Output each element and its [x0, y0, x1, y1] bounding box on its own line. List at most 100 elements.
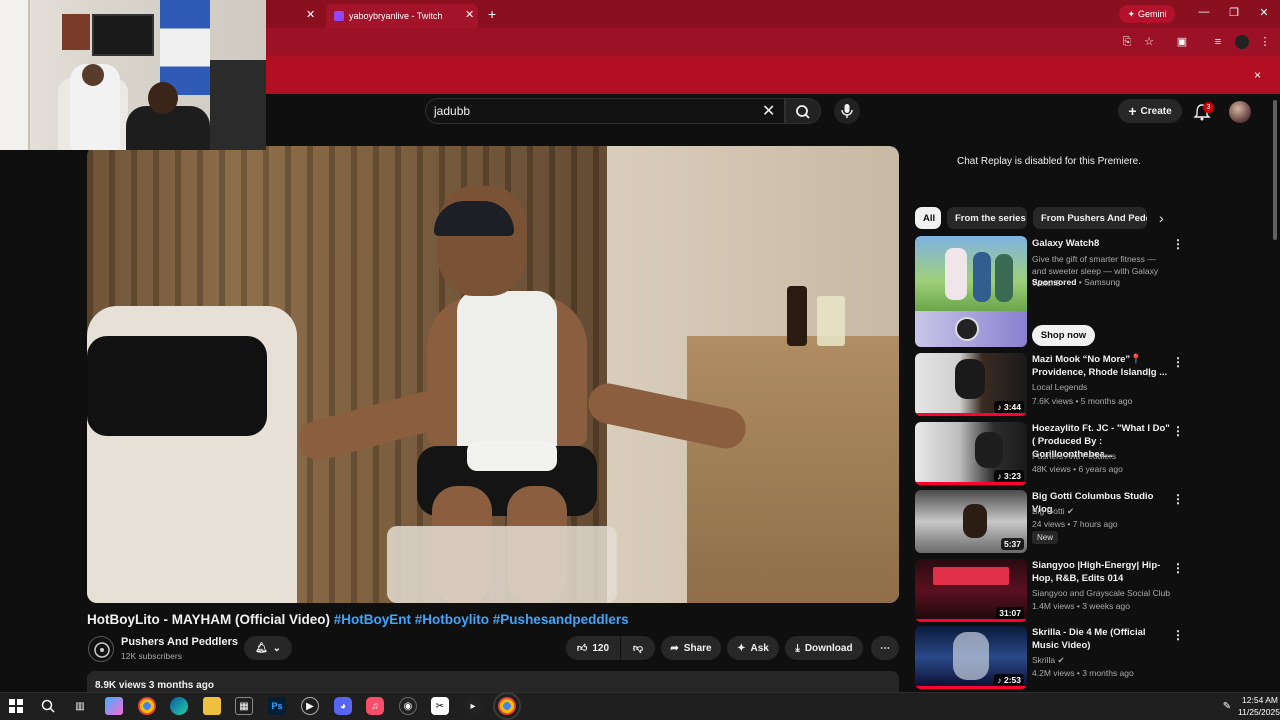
like-count: 120 [592, 642, 610, 654]
taskbar-search-icon[interactable] [39, 697, 57, 715]
chrome-icon[interactable] [138, 697, 156, 715]
ad-thumbnail[interactable] [915, 236, 1027, 311]
thumbs-up-icon: 👍︎ [576, 643, 588, 654]
video-thumbnail[interactable]: ♪ 3:23 [915, 422, 1027, 485]
taskbar-time[interactable]: 12:54 AM [1240, 695, 1280, 705]
duration-badge: ♪ 3:23 [994, 470, 1024, 482]
media-player-icon[interactable]: ▶ [301, 697, 319, 715]
video-channel[interactable]: Skrilla ✔ [1032, 655, 1065, 666]
duration-badge: ♪ 3:44 [994, 401, 1024, 413]
app-icon[interactable]: ▸ [464, 697, 482, 715]
bookmark-star-icon[interactable]: ☆ [1142, 35, 1156, 49]
channel-name[interactable]: Pushers And Peddlers [121, 636, 238, 648]
video-channel[interactable]: Local Legends [1032, 382, 1087, 392]
video-channel[interactable]: Pushers And Peddlers [1032, 451, 1116, 461]
dislike-button[interactable]: 👎︎ [621, 636, 655, 660]
profile-icon[interactable] [1235, 35, 1249, 49]
chrome-active-icon[interactable] [493, 692, 521, 720]
gemini-button[interactable]: ✦ Gemini [1119, 5, 1175, 23]
chip-all[interactable]: All [915, 207, 941, 229]
gemini-label: Gemini [1138, 9, 1167, 19]
hashtag-link[interactable]: #Pushesandpeddlers [493, 612, 629, 627]
browser-tab[interactable] [266, 4, 326, 28]
video-thumbnail[interactable]: 31:07 [915, 559, 1027, 622]
music-icon[interactable]: ♫ [366, 697, 384, 715]
ask-button[interactable]: ✦ Ask [727, 636, 779, 660]
ad-menu-icon[interactable]: ⋮ [1172, 237, 1184, 251]
new-tab-button[interactable]: + [488, 6, 496, 22]
clear-search-icon[interactable]: ✕ [762, 101, 775, 121]
obs-icon[interactable]: ◉ [399, 697, 417, 715]
windows-start-icon[interactable] [7, 697, 25, 715]
restore-icon[interactable]: ❐ [1226, 6, 1242, 19]
scrollbar-thumb[interactable] [1273, 100, 1277, 240]
ask-label: Ask [750, 642, 769, 654]
video-title-link[interactable]: Mazi Mook “No More”📍 Providence, Rhode I… [1032, 353, 1170, 379]
channel-avatar[interactable] [88, 636, 114, 662]
task-view-icon[interactable]: ▥ [71, 697, 89, 715]
thumbs-down-icon: 👎︎ [632, 643, 644, 654]
video-channel[interactable]: Big Gotti ✔ [1032, 506, 1074, 517]
video-menu-icon[interactable]: ⋮ [1172, 424, 1184, 438]
media-control-icon[interactable]: ≡ [1211, 35, 1225, 49]
search-button[interactable] [785, 98, 821, 124]
sponsored-label: Sponsored [1032, 277, 1077, 287]
taskbar-date[interactable]: 11/25/2025 [1238, 707, 1280, 717]
ad-banner-image[interactable] [915, 311, 1027, 347]
ad-title[interactable]: Galaxy Watch8 [1032, 237, 1170, 250]
pen-icon[interactable]: ✎ [1218, 697, 1236, 715]
voice-search-button[interactable] [834, 98, 860, 124]
video-title-text: HotBoyLito - MAYHAM (Official Video) [87, 612, 330, 627]
create-button[interactable]: + Create [1118, 99, 1182, 123]
info-bar-close-icon[interactable]: × [1254, 68, 1261, 82]
discord-icon[interactable]: ◕ [334, 697, 352, 715]
chip-from-series[interactable]: From the series [947, 207, 1027, 229]
account-avatar[interactable] [1229, 101, 1251, 123]
shop-now-button[interactable]: Shop now [1032, 325, 1095, 346]
hashtag-link[interactable]: #HotBoyEnt [334, 612, 411, 627]
webcam-overlay [0, 0, 266, 150]
share-button[interactable]: ➦ Share [661, 636, 721, 660]
subscription-bell-button[interactable]: 🔔︎ ⌄ [244, 636, 292, 660]
install-app-icon[interactable]: ⎘ [1120, 35, 1134, 49]
video-menu-icon[interactable]: ⋮ [1172, 628, 1184, 642]
like-button[interactable]: 👍︎ 120 [566, 636, 620, 660]
browser-tab-active[interactable]: yaboybryanlive - Twitch [326, 4, 478, 28]
video-thumbnail[interactable]: ♪ 2:53 [915, 626, 1027, 689]
chip-from-channel[interactable]: From Pushers And Peddlers [1033, 207, 1147, 229]
video-channel[interactable]: Siangyoo and Grayscale Social Club [1032, 588, 1170, 598]
tab-close-icon[interactable]: ✕ [306, 8, 315, 21]
watch-progress-bar [915, 686, 1027, 689]
video-menu-icon[interactable]: ⋮ [1172, 492, 1184, 506]
video-player[interactable] [87, 146, 899, 603]
close-window-icon[interactable]: ✕ [1256, 6, 1272, 19]
extension-icon[interactable]: ▣ [1175, 35, 1189, 49]
video-thumbnail[interactable]: 5:37 [915, 490, 1027, 553]
video-title-link[interactable]: Siangyoo |High-Energy| Hip-Hop, R&B, Edi… [1032, 559, 1170, 585]
capcut-icon[interactable]: ✂ [431, 697, 449, 715]
create-label: Create [1140, 105, 1172, 117]
video-menu-icon[interactable]: ⋮ [1172, 561, 1184, 575]
chevron-right-icon[interactable]: › [1159, 210, 1164, 226]
video-menu-icon[interactable]: ⋮ [1172, 355, 1184, 369]
download-button[interactable]: ⤓ Download [785, 636, 863, 660]
video-meta: 4.2M views • 3 months ago [1032, 668, 1134, 678]
tab-close-icon[interactable]: ✕ [465, 8, 474, 21]
copilot-icon[interactable] [105, 697, 123, 715]
video-title-link[interactable]: Skrilla - Die 4 Me (Official Music Video… [1032, 626, 1170, 652]
video-thumbnail[interactable]: ♪ 3:44 [915, 353, 1027, 416]
more-actions-button[interactable]: ⋯ [871, 636, 899, 660]
video-meta: 24 views • 7 hours ago [1032, 519, 1118, 529]
minimize-icon[interactable]: — [1196, 6, 1212, 18]
search-input[interactable]: jadubb [434, 104, 470, 118]
hashtag-link[interactable]: #Hotboylito [415, 612, 489, 627]
file-explorer-icon[interactable] [203, 697, 221, 715]
search-box[interactable] [425, 98, 785, 124]
plus-icon: + [1128, 103, 1137, 119]
menu-icon[interactable]: ⋮ [1258, 35, 1272, 49]
sparkle-icon: ✦ [737, 642, 746, 654]
edge-icon[interactable] [170, 697, 188, 715]
capture-app-icon[interactable]: ▦ [235, 697, 253, 715]
duration-badge: 5:37 [1000, 538, 1024, 550]
photoshop-icon[interactable]: Ps [268, 697, 286, 715]
